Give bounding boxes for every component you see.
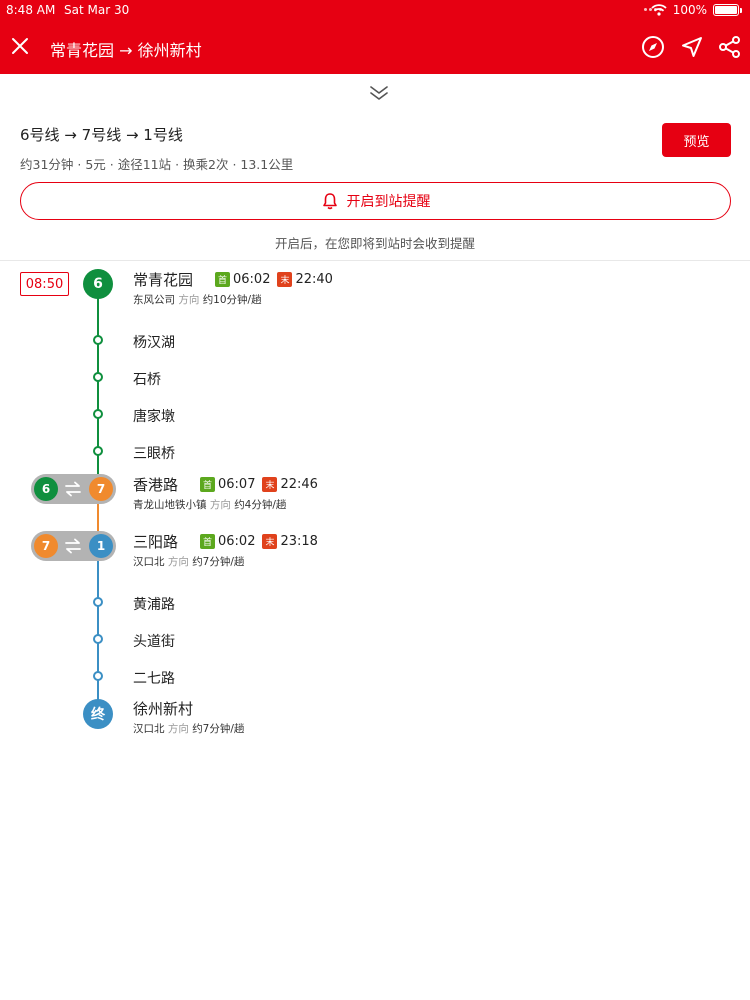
transfer-badge-7-to-1: 7 1 — [31, 531, 116, 561]
chevron-down-double-icon[interactable] — [368, 84, 390, 102]
last-train-time: 23:18 — [280, 534, 318, 549]
direction-word: 方向 — [209, 499, 231, 511]
last-train-time: 22:46 — [280, 477, 318, 492]
station-dot — [93, 597, 103, 607]
station-item[interactable]: 三眼桥 — [133, 443, 175, 463]
from-line-badge: 7 — [34, 534, 58, 558]
start-line-badge: 6 — [83, 269, 113, 299]
direction-word: 方向 — [178, 294, 200, 306]
station-end[interactable]: 徐州新村 — [133, 698, 193, 719]
battery-percent: 100% — [672, 3, 707, 17]
end-station-badge: 终 — [83, 699, 113, 729]
to-line-badge: 7 — [89, 477, 113, 501]
first-train-tag: 首 — [200, 477, 215, 492]
last-train-tag: 末 — [262, 477, 278, 492]
to-line-badge: 1 — [89, 534, 113, 558]
line7-segment — [97, 502, 99, 532]
station-times: 首 06:02 末 23:18 — [200, 534, 318, 549]
battery-icon — [713, 4, 739, 16]
transfer-badge-6-to-7: 6 7 — [31, 474, 116, 504]
station-item[interactable]: 头道街 — [133, 631, 175, 651]
divider — [0, 260, 750, 261]
station-item[interactable]: 黄浦路 — [133, 594, 175, 614]
trip-info: 约31分钟 · 5元 · 途径11站 · 换乘2次 · 13.1公里 — [20, 157, 294, 172]
train-interval: 约7分钟/趟 — [192, 723, 245, 735]
station-dot — [93, 409, 103, 419]
status-date: Sat Mar 30 — [64, 3, 130, 17]
station-item[interactable]: 唐家墩 — [133, 406, 175, 426]
station-transfer-2[interactable]: 三阳路 — [133, 531, 178, 552]
bell-icon — [322, 193, 337, 210]
line-sequence: 6号线 → 7号线 → 1号线 — [20, 126, 183, 144]
direction-info: 东风公司 方向 约10分钟/趟 — [133, 292, 262, 307]
station-item[interactable]: 石桥 — [133, 369, 161, 389]
station-times: 首 06:02 末 22:40 — [215, 272, 333, 287]
station-dot — [93, 335, 103, 345]
train-interval: 约7分钟/趟 — [192, 556, 245, 568]
train-interval: 约4分钟/趟 — [234, 499, 287, 511]
departure-time: 08:50 — [20, 272, 69, 296]
transfer-arrows-icon — [65, 481, 81, 497]
direction-word: 方向 — [167, 556, 189, 568]
first-train-tag: 首 — [215, 272, 230, 287]
first-train-time: 06:02 — [233, 272, 271, 287]
from-line-badge: 6 — [34, 477, 58, 501]
status-right: 100% — [651, 3, 742, 17]
station-start[interactable]: 常青花园 — [133, 269, 193, 290]
direction-info: 青龙山地铁小镇 方向 约4分钟/趟 — [133, 497, 286, 512]
first-train-time: 06:02 — [218, 534, 256, 549]
wifi-icon — [651, 4, 667, 16]
arrival-alert-button[interactable]: 开启到站提醒 — [20, 182, 731, 220]
status-bar: 8:48 AM Sat Mar 30 100% — [0, 0, 750, 20]
train-interval: 约10分钟/趟 — [202, 294, 262, 306]
station-dot — [93, 671, 103, 681]
share-icon[interactable] — [717, 34, 743, 60]
transfer-arrows-icon — [65, 538, 81, 554]
direction-info: 汉口北 方向 约7分钟/趟 — [133, 721, 244, 736]
alert-hint: 开启后，在您即将到站时会收到提醒 — [274, 236, 475, 251]
station-transfer-1[interactable]: 香港路 — [133, 474, 178, 495]
station-times: 首 06:07 末 22:46 — [200, 477, 318, 492]
arrival-alert-label: 开启到站提醒 — [346, 194, 431, 210]
last-train-time: 22:40 — [295, 272, 333, 287]
top-bar: 8:48 AM Sat Mar 30 100% 常青花园 → 徐州新村 — [0, 0, 750, 74]
direction-terminal: 汉口北 — [133, 556, 165, 568]
close-icon[interactable] — [8, 34, 32, 58]
route-title: 常青花园 → 徐州新村 — [50, 41, 202, 60]
status-time: 8:48 AM — [6, 3, 56, 17]
preview-button[interactable]: 预览 — [662, 123, 731, 157]
station-dot — [93, 372, 103, 382]
direction-word: 方向 — [167, 723, 189, 735]
last-train-tag: 末 — [277, 272, 293, 287]
navigate-icon[interactable] — [679, 34, 705, 60]
direction-terminal: 青龙山地铁小镇 — [133, 499, 207, 511]
station-dot — [93, 446, 103, 456]
direction-terminal: 东风公司 — [133, 294, 175, 306]
compass-icon[interactable] — [640, 34, 666, 60]
battery-tip — [740, 7, 742, 13]
station-item[interactable]: 杨汉湖 — [133, 332, 175, 352]
station-dot — [93, 634, 103, 644]
direction-info: 汉口北 方向 约7分钟/趟 — [133, 554, 244, 569]
last-train-tag: 末 — [262, 534, 278, 549]
station-item[interactable]: 二七路 — [133, 668, 175, 688]
title-row: 常青花园 → 徐州新村 — [0, 22, 750, 72]
direction-terminal: 汉口北 — [133, 723, 165, 735]
first-train-time: 06:07 — [218, 477, 256, 492]
first-train-tag: 首 — [200, 534, 215, 549]
